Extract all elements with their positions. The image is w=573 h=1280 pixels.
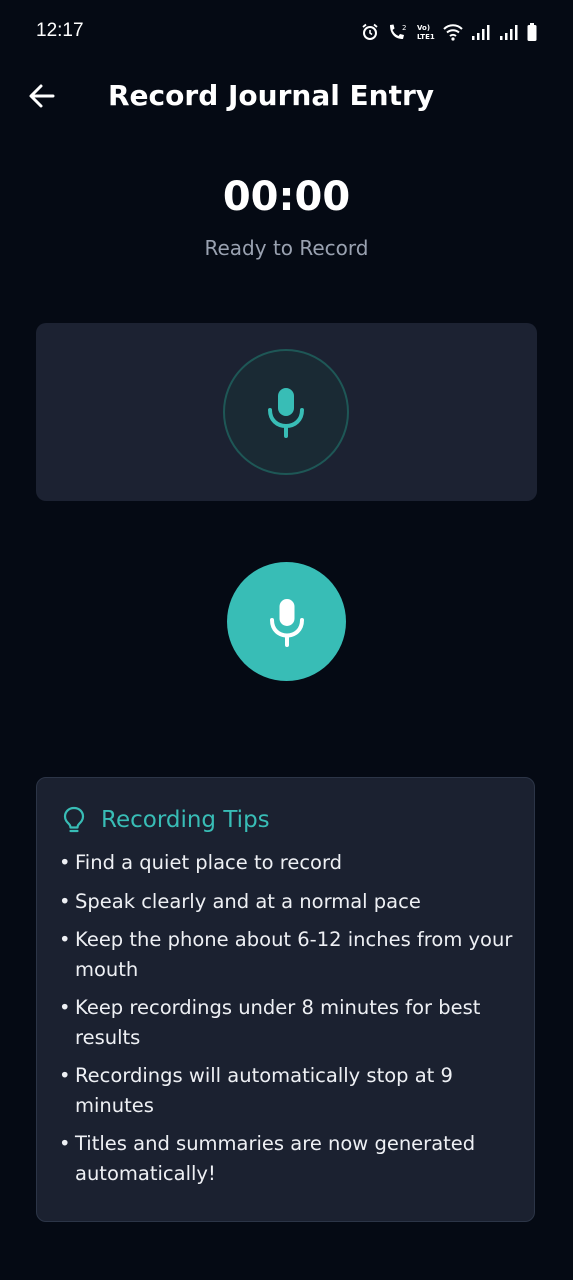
list-item: • Keep the phone about 6-12 inches from y…	[59, 925, 519, 984]
tip-bullet: •	[59, 851, 71, 874]
page-title: Record Journal Entry	[108, 79, 435, 112]
status-icons: 2 Vo) LTE1	[361, 21, 537, 43]
status-bar: 12:17 2 Vo) LTE1	[0, 0, 573, 64]
tip-text: Titles and summaries are now generated a…	[75, 1132, 476, 1185]
microphone-icon	[268, 388, 304, 438]
signal-icon	[500, 25, 518, 40]
visualizer-ring	[223, 349, 349, 475]
tip-bullet: •	[59, 1132, 71, 1155]
tip-bullet: •	[59, 996, 71, 1019]
tips-title: Recording Tips	[101, 807, 270, 833]
tip-text: Speak clearly and at a normal pace	[75, 889, 421, 913]
list-item: • Keep recordings under 8 minutes for bes…	[59, 993, 519, 1052]
recording-tips-card: Recording Tips • Find a quiet place to re…	[36, 777, 535, 1222]
battery-icon	[527, 23, 537, 41]
tip-text: Recordings will automatically stop at 9 …	[75, 1064, 453, 1117]
recording-status: Ready to Record	[204, 236, 369, 260]
svg-text:Vo): Vo)	[417, 24, 430, 32]
tip-bullet: •	[59, 928, 71, 951]
list-item: • Recordings will automatically stop at 9…	[59, 1061, 519, 1120]
audio-visualizer-panel	[36, 323, 537, 501]
list-item: • Titles and summaries are now generated …	[59, 1129, 519, 1188]
signal-icon	[472, 25, 490, 40]
recording-timer: 00:00	[222, 174, 351, 220]
microphone-icon	[269, 598, 304, 647]
list-item: • Speak clearly and at a normal pace	[59, 887, 519, 917]
record-button[interactable]	[227, 562, 346, 681]
lightbulb-icon	[63, 806, 85, 833]
tip-bullet: •	[59, 889, 71, 913]
list-item: • Find a quiet place to record	[59, 848, 519, 878]
svg-text:2: 2	[402, 24, 406, 32]
volte-icon: Vo) LTE1	[417, 24, 435, 41]
arrow-left-icon	[29, 84, 55, 108]
status-time: 12:17	[36, 20, 84, 41]
wifi-call-icon: 2	[390, 24, 406, 39]
svg-text:LTE1: LTE1	[417, 33, 435, 41]
tip-text: Find a quiet place to record	[75, 851, 343, 874]
tip-text: Keep recordings under 8 minutes for best…	[75, 996, 481, 1049]
back-button[interactable]	[22, 76, 62, 116]
tips-list: • Find a quiet place to record • Speak cle…	[59, 848, 519, 1197]
wifi-icon	[443, 24, 463, 41]
alarm-icon	[362, 23, 378, 40]
tip-text: Keep the phone about 6-12 inches from yo…	[75, 928, 513, 981]
tips-header: Recording Tips	[63, 804, 270, 836]
tip-bullet: •	[59, 1064, 71, 1087]
